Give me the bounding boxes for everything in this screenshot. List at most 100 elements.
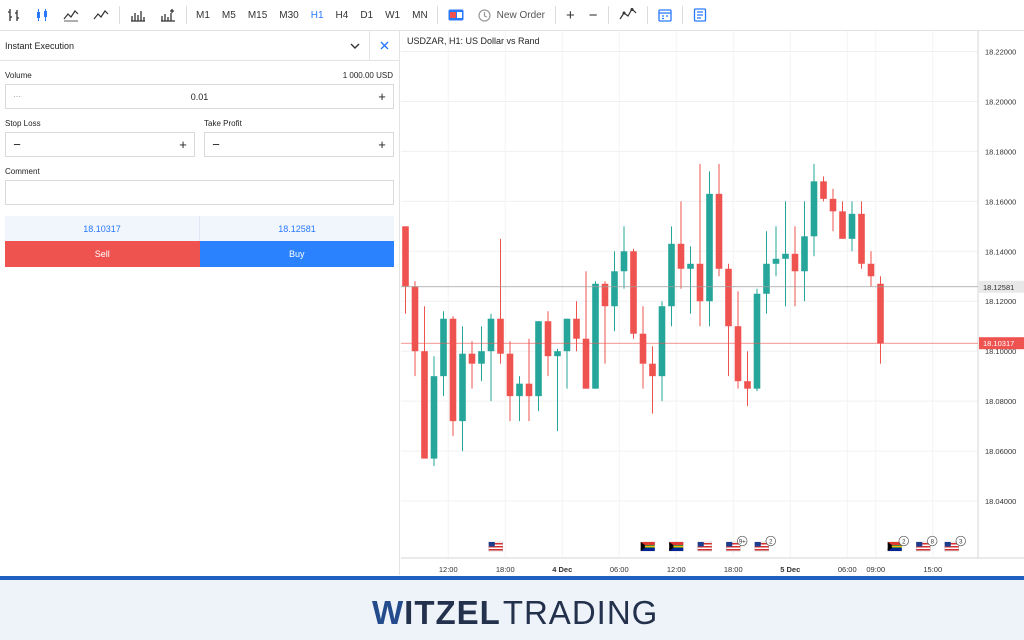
candle-body (829, 198, 837, 212)
stop-loss-decrease-button[interactable]: − (6, 133, 28, 156)
za-flag-band (644, 545, 655, 548)
candlestick-chart[interactable]: USDZAR, H1: US Dollar vs Rand 18.22000 18.… (401, 31, 1024, 576)
x-tick-label: 12:00 (667, 565, 686, 574)
us-flag-stripe (754, 549, 769, 551)
take-profit-increase-button[interactable]: + (371, 133, 393, 156)
volume-decrease-button[interactable]: ··· (6, 85, 28, 108)
ask-price: 18.12581 (278, 223, 316, 234)
candle-body (478, 351, 485, 364)
chevron-down-icon[interactable] (341, 31, 369, 61)
order-panel: Instant Execution Volume 1 000.00 USD ··… (0, 30, 400, 575)
candle-body (582, 338, 590, 389)
candle-body (525, 383, 533, 397)
candle-body (839, 211, 846, 239)
timeframe-h4[interactable]: H4 (330, 0, 355, 31)
order-panel-title: Instant Execution (5, 40, 75, 51)
candle-body (411, 286, 419, 352)
area-chart-type-icon[interactable] (86, 0, 116, 31)
us-flag-stripe (488, 549, 503, 551)
zoom-in-icon[interactable]: + (559, 0, 582, 31)
take-profit-label: Take Profit (204, 119, 242, 128)
logo-trading: TRADING (502, 594, 659, 631)
timeframe-selector: M1 M5 M15 M30 H1 H4 D1 W1 MN (190, 0, 434, 31)
candle-body (639, 333, 647, 364)
us-flag-canton (944, 542, 951, 547)
volume-bars-icon[interactable] (123, 0, 153, 31)
x-tick-label: 18:00 (496, 565, 515, 574)
us-flag-canton (916, 542, 923, 547)
x-tick-label: 5 Dec (780, 565, 800, 574)
y-tick-label: 18.06000 (985, 447, 1016, 456)
volume-increase-button[interactable]: + (371, 85, 393, 108)
comment-input[interactable] (5, 180, 394, 205)
zoom-out-icon[interactable]: − (582, 0, 605, 31)
candle-body (706, 193, 713, 302)
volume-label: Volume (5, 71, 32, 80)
candle-body (563, 318, 571, 352)
stop-loss-stepper[interactable]: − + (5, 132, 195, 157)
candle-body (668, 243, 675, 307)
candle-body (611, 271, 618, 307)
volume-input[interactable]: 0.01 (28, 92, 371, 102)
candle-body (649, 363, 656, 377)
candle-body (630, 251, 637, 334)
bar-chart-type-icon[interactable] (0, 0, 28, 31)
candle-body (782, 253, 789, 259)
line-chart-type-icon[interactable] (56, 0, 86, 31)
candle-body (791, 253, 799, 272)
candle-body (449, 318, 457, 422)
candle-body (402, 226, 409, 287)
logo-w: W (372, 594, 405, 631)
timeframe-m5[interactable]: M5 (216, 0, 242, 31)
y-tick-label: 18.04000 (985, 497, 1016, 506)
candle-body (459, 353, 466, 422)
take-profit-stepper[interactable]: − + (204, 132, 394, 157)
y-tick-label: 18.08000 (985, 397, 1016, 406)
brand-footer: W ITZEL TRADING (0, 576, 1024, 640)
candle-body (772, 258, 780, 264)
trade-buttons: Sell Buy (5, 241, 394, 267)
sell-button[interactable]: Sell (5, 241, 200, 267)
candle-body (877, 283, 884, 344)
timeframe-w1[interactable]: W1 (379, 0, 406, 31)
calendar-icon[interactable] (651, 0, 679, 31)
candlestick-chart-type-icon[interactable] (28, 0, 56, 31)
candle-body (440, 318, 447, 377)
close-icon[interactable] (369, 30, 399, 61)
logo-itzel: ITZEL (404, 594, 501, 631)
volume-stepper[interactable]: ··· 0.01 + (5, 84, 394, 109)
timeframe-d1[interactable]: D1 (354, 0, 379, 31)
y-tick-label: 18.20000 (985, 97, 1016, 106)
candle-body (715, 193, 723, 269)
us-flag-stripe (944, 549, 959, 551)
new-order-button[interactable]: New Order (471, 0, 552, 31)
stop-loss-increase-button[interactable]: + (172, 133, 194, 156)
price-row: 18.10317 18.12581 (5, 216, 394, 241)
timeframe-mn[interactable]: MN (406, 0, 434, 31)
candle-body (430, 376, 438, 459)
y-tick-label: 18.18000 (985, 147, 1016, 156)
bid-price: 18.10317 (5, 216, 200, 241)
candle-body (487, 318, 495, 352)
take-profit-decrease-button[interactable]: − (205, 133, 227, 156)
timeframe-m15[interactable]: M15 (242, 0, 273, 31)
x-tick-label: 18:00 (724, 565, 743, 574)
timeframe-h1[interactable]: H1 (305, 0, 330, 31)
y-tick-label: 18.22000 (985, 47, 1016, 56)
candle-body (820, 181, 827, 199)
indicators-icon[interactable] (153, 0, 183, 31)
news-icon[interactable] (686, 0, 714, 31)
one-click-trading-icon[interactable] (441, 0, 471, 31)
candle-body (544, 321, 552, 357)
buy-button[interactable]: Buy (199, 241, 394, 267)
drawing-tools-icon[interactable] (612, 0, 644, 31)
price-chart[interactable]: USDZAR, H1: US Dollar vs Rand 18.22000 18.… (401, 31, 1024, 576)
new-order-label: New Order (496, 9, 546, 21)
timeframe-m1[interactable]: M1 (190, 0, 216, 31)
witzel-trading-logo: W ITZEL TRADING (372, 594, 658, 632)
timeframe-m30[interactable]: M30 (273, 0, 304, 31)
ask-price-label: 18.12581 (983, 283, 1014, 292)
candle-body (810, 181, 818, 237)
candle-body (601, 283, 609, 307)
us-flag-canton (697, 542, 704, 547)
